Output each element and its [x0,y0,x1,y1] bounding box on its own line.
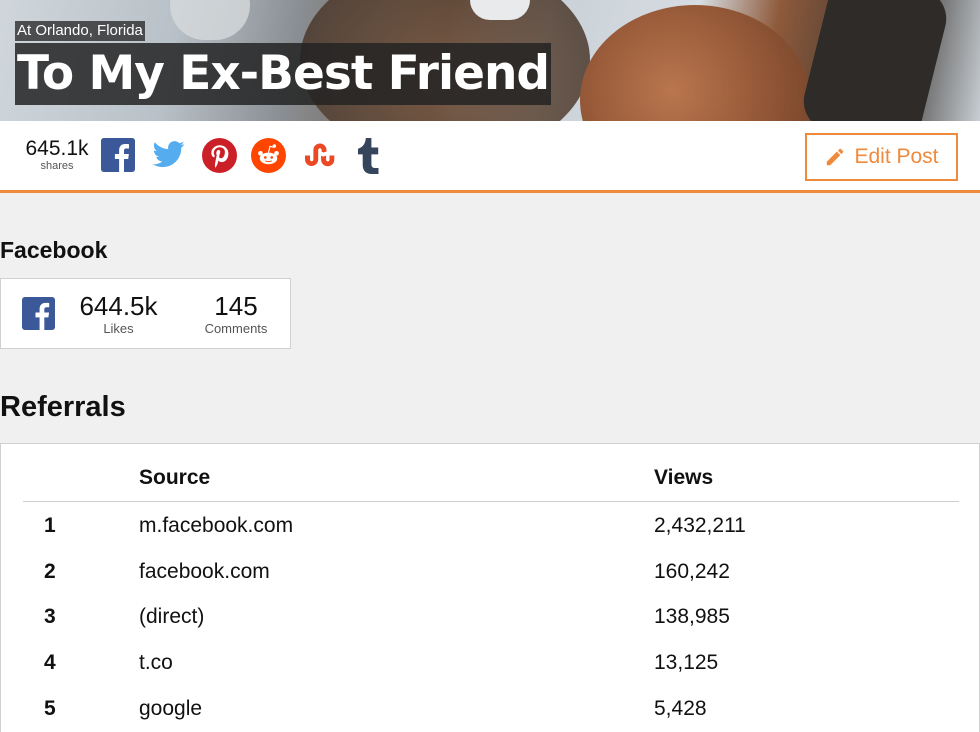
row-rank: 3 [44,605,56,628]
hero-image-shape [580,5,810,121]
hero-image-shape [170,0,250,40]
facebook-icon [22,297,55,330]
comments-label: Comments [204,321,268,336]
facebook-heading: Facebook [0,237,108,263]
likes-label: Likes [103,321,134,336]
table-header: Source Views [23,464,959,502]
facebook-stats-card: 644.5k Likes 145 Comments [0,278,291,349]
table-row: 4 t.co 13,125 [23,650,959,696]
likes-stat: 644.5k Likes [71,291,166,337]
tumblr-share-icon[interactable] [356,138,382,174]
edit-post-label: Edit Post [854,145,939,168]
comments-value: 145 [214,291,258,321]
row-source: t.co [139,651,173,674]
column-header-views: Views [654,466,714,489]
referrals-table: Source Views 1 m.facebook.com 2,432,211 … [0,443,980,732]
likes-value: 644.5k [79,291,158,321]
post-title: To My Ex-Best Friend [15,43,552,105]
row-source: facebook.com [139,560,270,583]
row-views: 5,428 [654,697,707,720]
row-source: m.facebook.com [139,514,294,537]
referrals-heading: Referrals [0,391,126,423]
table-row: 1 m.facebook.com 2,432,211 [23,513,959,559]
twitter-share-icon[interactable] [151,138,187,170]
row-views: 138,985 [654,605,730,628]
post-location: At Orlando, Florida [15,21,145,41]
row-source: (direct) [139,605,205,628]
hero-banner: At Orlando, Florida To My Ex-Best Friend [0,0,980,121]
row-rank: 4 [44,651,56,674]
row-views: 13,125 [654,651,719,674]
hero-image-shape [797,0,953,121]
row-rank: 1 [44,514,56,537]
column-header-source: Source [139,466,211,489]
share-count-value: 645.1k [25,137,89,160]
table-row: 2 facebook.com 160,242 [23,559,959,605]
row-source: google [139,697,203,720]
facebook-share-icon[interactable] [101,138,135,172]
table-row: 5 google 5,428 [23,696,959,732]
row-rank: 2 [44,560,56,583]
row-views: 160,242 [654,560,730,583]
edit-post-button[interactable]: Edit Post [805,133,958,181]
share-count: 645.1k shares [22,137,92,172]
table-row: 3 (direct) 138,985 [23,604,959,650]
share-count-label: shares [40,160,74,172]
comments-stat: 145 Comments [196,291,276,337]
pencil-icon [827,148,844,166]
share-bar: 645.1k shares Edit Post [0,121,980,193]
stumbleupon-share-icon[interactable] [302,140,338,170]
reddit-share-icon[interactable] [251,138,286,173]
row-rank: 5 [44,697,56,720]
pinterest-share-icon[interactable] [202,138,237,173]
row-views: 2,432,211 [654,514,746,537]
